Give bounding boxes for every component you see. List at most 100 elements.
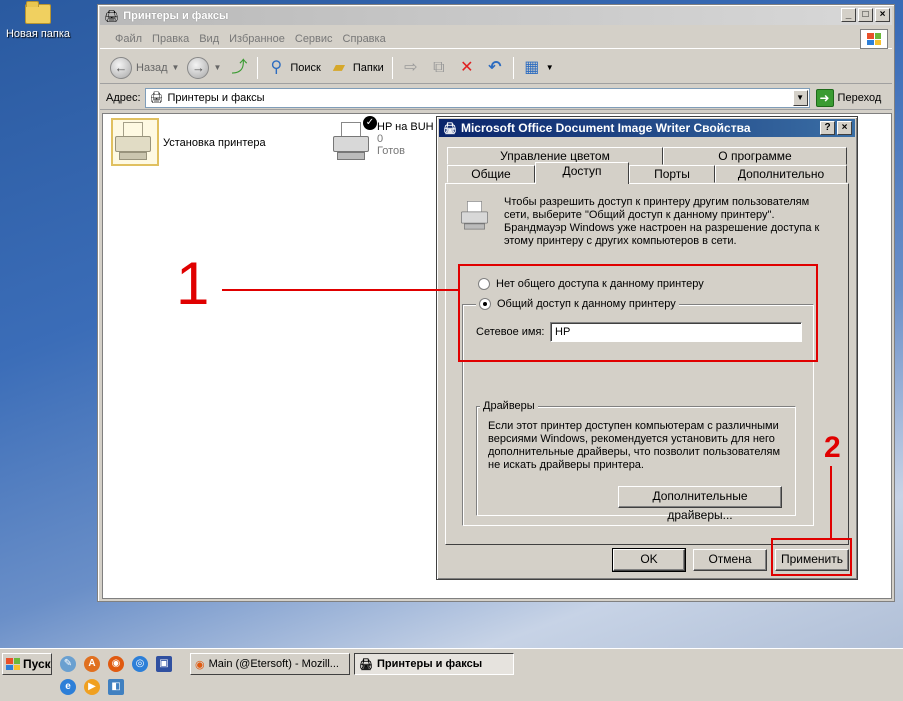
drivers-text: Если этот принтер доступен компьютерам с… bbox=[488, 420, 781, 471]
quicklaunch-app-icon[interactable]: A bbox=[84, 656, 100, 672]
back-label: Назад bbox=[136, 61, 168, 74]
folders-icon: ▰ bbox=[332, 58, 346, 76]
address-dropdown-icon[interactable]: ▼ bbox=[792, 89, 808, 106]
copy-to-icon: ⧉ bbox=[433, 58, 445, 76]
undo-icon: ↶ bbox=[488, 58, 502, 76]
menu-view[interactable]: Вид bbox=[194, 33, 224, 45]
dialog-title-bar[interactable]: 🖨 Microsoft Office Document Image Writer… bbox=[439, 119, 855, 137]
printer-docs-count: 0 bbox=[377, 133, 384, 145]
desktop-folder-label: Новая папка bbox=[5, 28, 71, 40]
menu-favorites[interactable]: Избранное bbox=[224, 33, 290, 45]
dialog-close-button[interactable]: × bbox=[837, 121, 852, 135]
tab-general[interactable]: Общие bbox=[447, 165, 535, 183]
forward-button[interactable]: → ▼ bbox=[183, 55, 225, 81]
tab-about[interactable]: О программе bbox=[663, 147, 847, 165]
printers-folder-icon: 🖨 bbox=[149, 92, 164, 104]
firefox-icon: ◉ bbox=[195, 658, 205, 671]
dialog-title: Microsoft Office Document Image Writer С… bbox=[460, 121, 751, 135]
back-button[interactable]: ← Назад ▼ bbox=[106, 55, 183, 81]
windows-flag-icon bbox=[6, 658, 20, 670]
tab-advanced[interactable]: Дополнительно bbox=[715, 165, 847, 183]
menu-edit[interactable]: Правка bbox=[147, 33, 194, 45]
move-to-button[interactable]: ⇨ bbox=[397, 55, 425, 81]
quicklaunch-app-icon[interactable]: ◎ bbox=[132, 656, 148, 672]
task-printers[interactable]: 🖨 Принтеры и факсы bbox=[354, 653, 514, 675]
back-arrow-icon: ← bbox=[110, 56, 132, 79]
sharing-panel: Чтобы разрешить доступ к принтеру другим… bbox=[445, 183, 849, 545]
start-button[interactable]: Пуск bbox=[2, 653, 52, 675]
maximize-button[interactable]: □ bbox=[858, 8, 873, 22]
task-mozilla[interactable]: ◉ Main (@Etersoft) - Mozill... bbox=[190, 653, 350, 675]
undo-button[interactable]: ↶ bbox=[481, 55, 509, 81]
annotation-number-2: 2 bbox=[824, 431, 841, 464]
additional-drivers-button[interactable]: Дополнительные драйверы... bbox=[618, 486, 782, 522]
forward-dropdown-icon: ▼ bbox=[213, 63, 222, 72]
search-icon: ⚲ bbox=[270, 58, 283, 76]
save-disk-icon[interactable]: ▣ bbox=[156, 656, 172, 672]
address-label: Адрес: bbox=[106, 91, 141, 104]
search-label: Поиск bbox=[290, 61, 321, 74]
windows-logo-icon bbox=[860, 29, 888, 49]
add-printer-label: Установка принтера bbox=[163, 137, 266, 149]
toolbar-separator bbox=[512, 56, 514, 79]
tab-ports[interactable]: Порты bbox=[629, 165, 715, 183]
explorer-title: Принтеры и факсы bbox=[123, 10, 229, 22]
menu-bar: Файл Правка Вид Избранное Сервис Справка bbox=[100, 29, 892, 49]
toolbar-separator bbox=[257, 56, 259, 79]
go-label: Переход bbox=[837, 91, 882, 104]
address-bar: Адрес: 🖨 Принтеры и факсы ▼ ➜ Переход bbox=[100, 86, 892, 110]
annotation-box-2 bbox=[771, 538, 852, 576]
menu-help[interactable]: Справка bbox=[338, 33, 391, 45]
default-check-icon: ✓ bbox=[363, 116, 377, 130]
task-printers-label: Принтеры и факсы bbox=[376, 658, 483, 670]
annotation-line-1 bbox=[222, 289, 458, 291]
menu-tools[interactable]: Сервис bbox=[290, 33, 338, 45]
folders-button[interactable]: ▰ Папки bbox=[325, 55, 388, 81]
go-button[interactable]: ➜ Переход bbox=[815, 88, 882, 107]
hp-printer-item[interactable]: ✓ HP на BUH 0 Готов bbox=[329, 116, 434, 162]
printer-share-icon bbox=[458, 198, 502, 242]
back-dropdown-icon: ▼ bbox=[171, 63, 180, 72]
up-folder-button[interactable]: ⤴ bbox=[225, 55, 253, 81]
annotation-line-2 bbox=[830, 466, 832, 538]
quicklaunch-app-icon[interactable]: ◧ bbox=[108, 679, 124, 695]
close-button[interactable]: × bbox=[875, 8, 890, 22]
media-player-icon[interactable]: ▶ bbox=[84, 679, 100, 695]
cancel-button[interactable]: Отмена bbox=[693, 549, 767, 571]
folders-label: Папки bbox=[352, 61, 384, 74]
internet-explorer-icon[interactable]: e bbox=[60, 679, 76, 695]
search-button[interactable]: ⚲ Поиск bbox=[262, 55, 324, 81]
delete-x-icon: ✕ bbox=[460, 58, 474, 76]
annotation-number-1: 1 bbox=[176, 250, 210, 317]
toolbar-separator bbox=[391, 56, 393, 79]
tab-sharing[interactable]: Доступ bbox=[535, 162, 629, 184]
add-printer-item[interactable]: Установка принтера bbox=[111, 118, 266, 166]
add-printer-icon bbox=[111, 118, 159, 166]
folder-icon bbox=[25, 1, 51, 24]
printer-small-icon: 🖨 bbox=[443, 122, 457, 135]
quicklaunch-app-icon[interactable]: ✎ bbox=[60, 656, 76, 672]
views-button[interactable]: ▦ ▼ bbox=[518, 55, 558, 81]
go-arrow-icon: ➜ bbox=[815, 88, 834, 107]
sharing-info-text: Чтобы разрешить доступ к принтеру другим… bbox=[504, 196, 820, 247]
copy-to-button[interactable]: ⧉ bbox=[425, 55, 453, 81]
help-button[interactable]: ? bbox=[820, 121, 835, 135]
address-input[interactable]: 🖨 Принтеры и факсы ▼ bbox=[144, 87, 810, 108]
ok-button[interactable]: OK bbox=[612, 548, 686, 572]
forward-arrow-icon: → bbox=[187, 56, 210, 79]
desktop-folder[interactable]: Новая папка bbox=[2, 1, 74, 40]
views-grid-icon: ▦ bbox=[524, 58, 540, 76]
taskbar: Пуск ✎ A ◉ ◎ ▣ e ▶ ◧ ◉ Main (@Etersoft) … bbox=[0, 648, 903, 701]
menu-file[interactable]: Файл bbox=[110, 33, 147, 45]
toolbar: ← Назад ▼ → ▼ ⤴ ⚲ Поиск ▰ Папки ⇨ ⧉ ✕ ↶ … bbox=[100, 52, 892, 84]
firefox-icon[interactable]: ◉ bbox=[108, 656, 124, 672]
annotation-box-1 bbox=[458, 264, 818, 362]
printer-status: Готов bbox=[377, 145, 405, 157]
views-dropdown-icon: ▼ bbox=[545, 63, 554, 72]
minimize-button[interactable]: _ bbox=[841, 8, 856, 22]
start-label: Пуск bbox=[23, 657, 51, 671]
up-folder-icon: ⤴ bbox=[231, 58, 248, 76]
explorer-title-bar[interactable]: 🖨 Принтеры и факсы _ □ × bbox=[100, 7, 892, 25]
delete-button[interactable]: ✕ bbox=[453, 55, 481, 81]
printers-folder-icon: 🖨 bbox=[104, 9, 120, 23]
